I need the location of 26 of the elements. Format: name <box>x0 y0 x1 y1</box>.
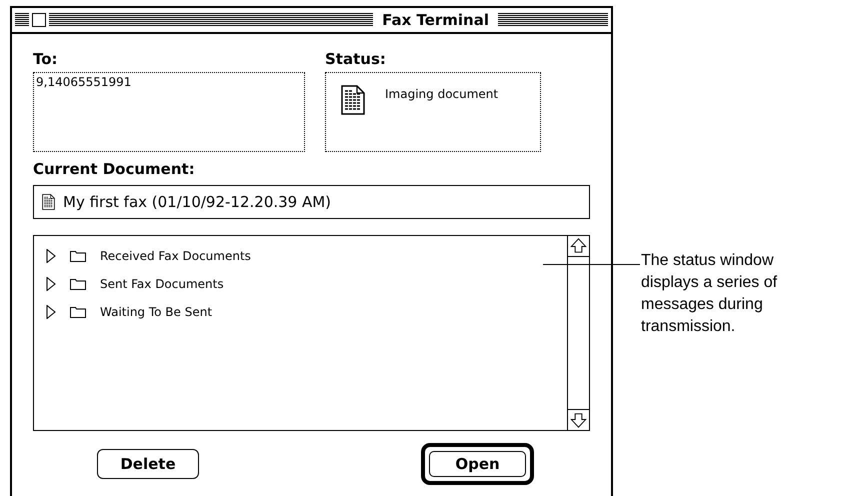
folder-name[interactable]: Sent Fax Documents <box>100 275 224 293</box>
document-icon <box>341 85 365 115</box>
current-document-field[interactable]: My first fax (01/10/92-12.20.39 AM) <box>33 185 590 219</box>
title-bar-stripes <box>15 13 29 27</box>
open-button[interactable]: Open <box>421 443 534 485</box>
status-message: Imaging document <box>385 86 498 103</box>
folder-icon <box>70 306 86 318</box>
close-box[interactable] <box>32 13 46 27</box>
collapsed-triangle-icon[interactable] <box>46 277 56 291</box>
delete-button[interactable]: Delete <box>97 449 199 479</box>
collapsed-triangle-icon[interactable] <box>46 305 56 319</box>
down-arrow-icon[interactable] <box>568 409 589 430</box>
callout-text: The status window displays a series of messages during transmission. <box>641 251 778 337</box>
document-icon <box>42 194 55 210</box>
folder-icon <box>70 278 86 290</box>
folder-icon <box>70 250 86 262</box>
folder-name[interactable]: Received Fax Documents <box>100 247 251 265</box>
status-label: Status: <box>325 49 387 70</box>
to-label: To: <box>33 49 59 70</box>
up-arrow-icon[interactable] <box>568 236 589 257</box>
folder-name[interactable]: Waiting To Be Sent <box>100 303 212 321</box>
collapsed-triangle-icon[interactable] <box>46 249 56 263</box>
current-document-value: My first fax (01/10/92-12.20.39 AM) <box>63 192 332 213</box>
scroll-bar[interactable] <box>567 236 589 430</box>
to-field[interactable]: 9,14065551991 <box>33 72 305 152</box>
current-document-label: Current Document: <box>33 159 196 180</box>
